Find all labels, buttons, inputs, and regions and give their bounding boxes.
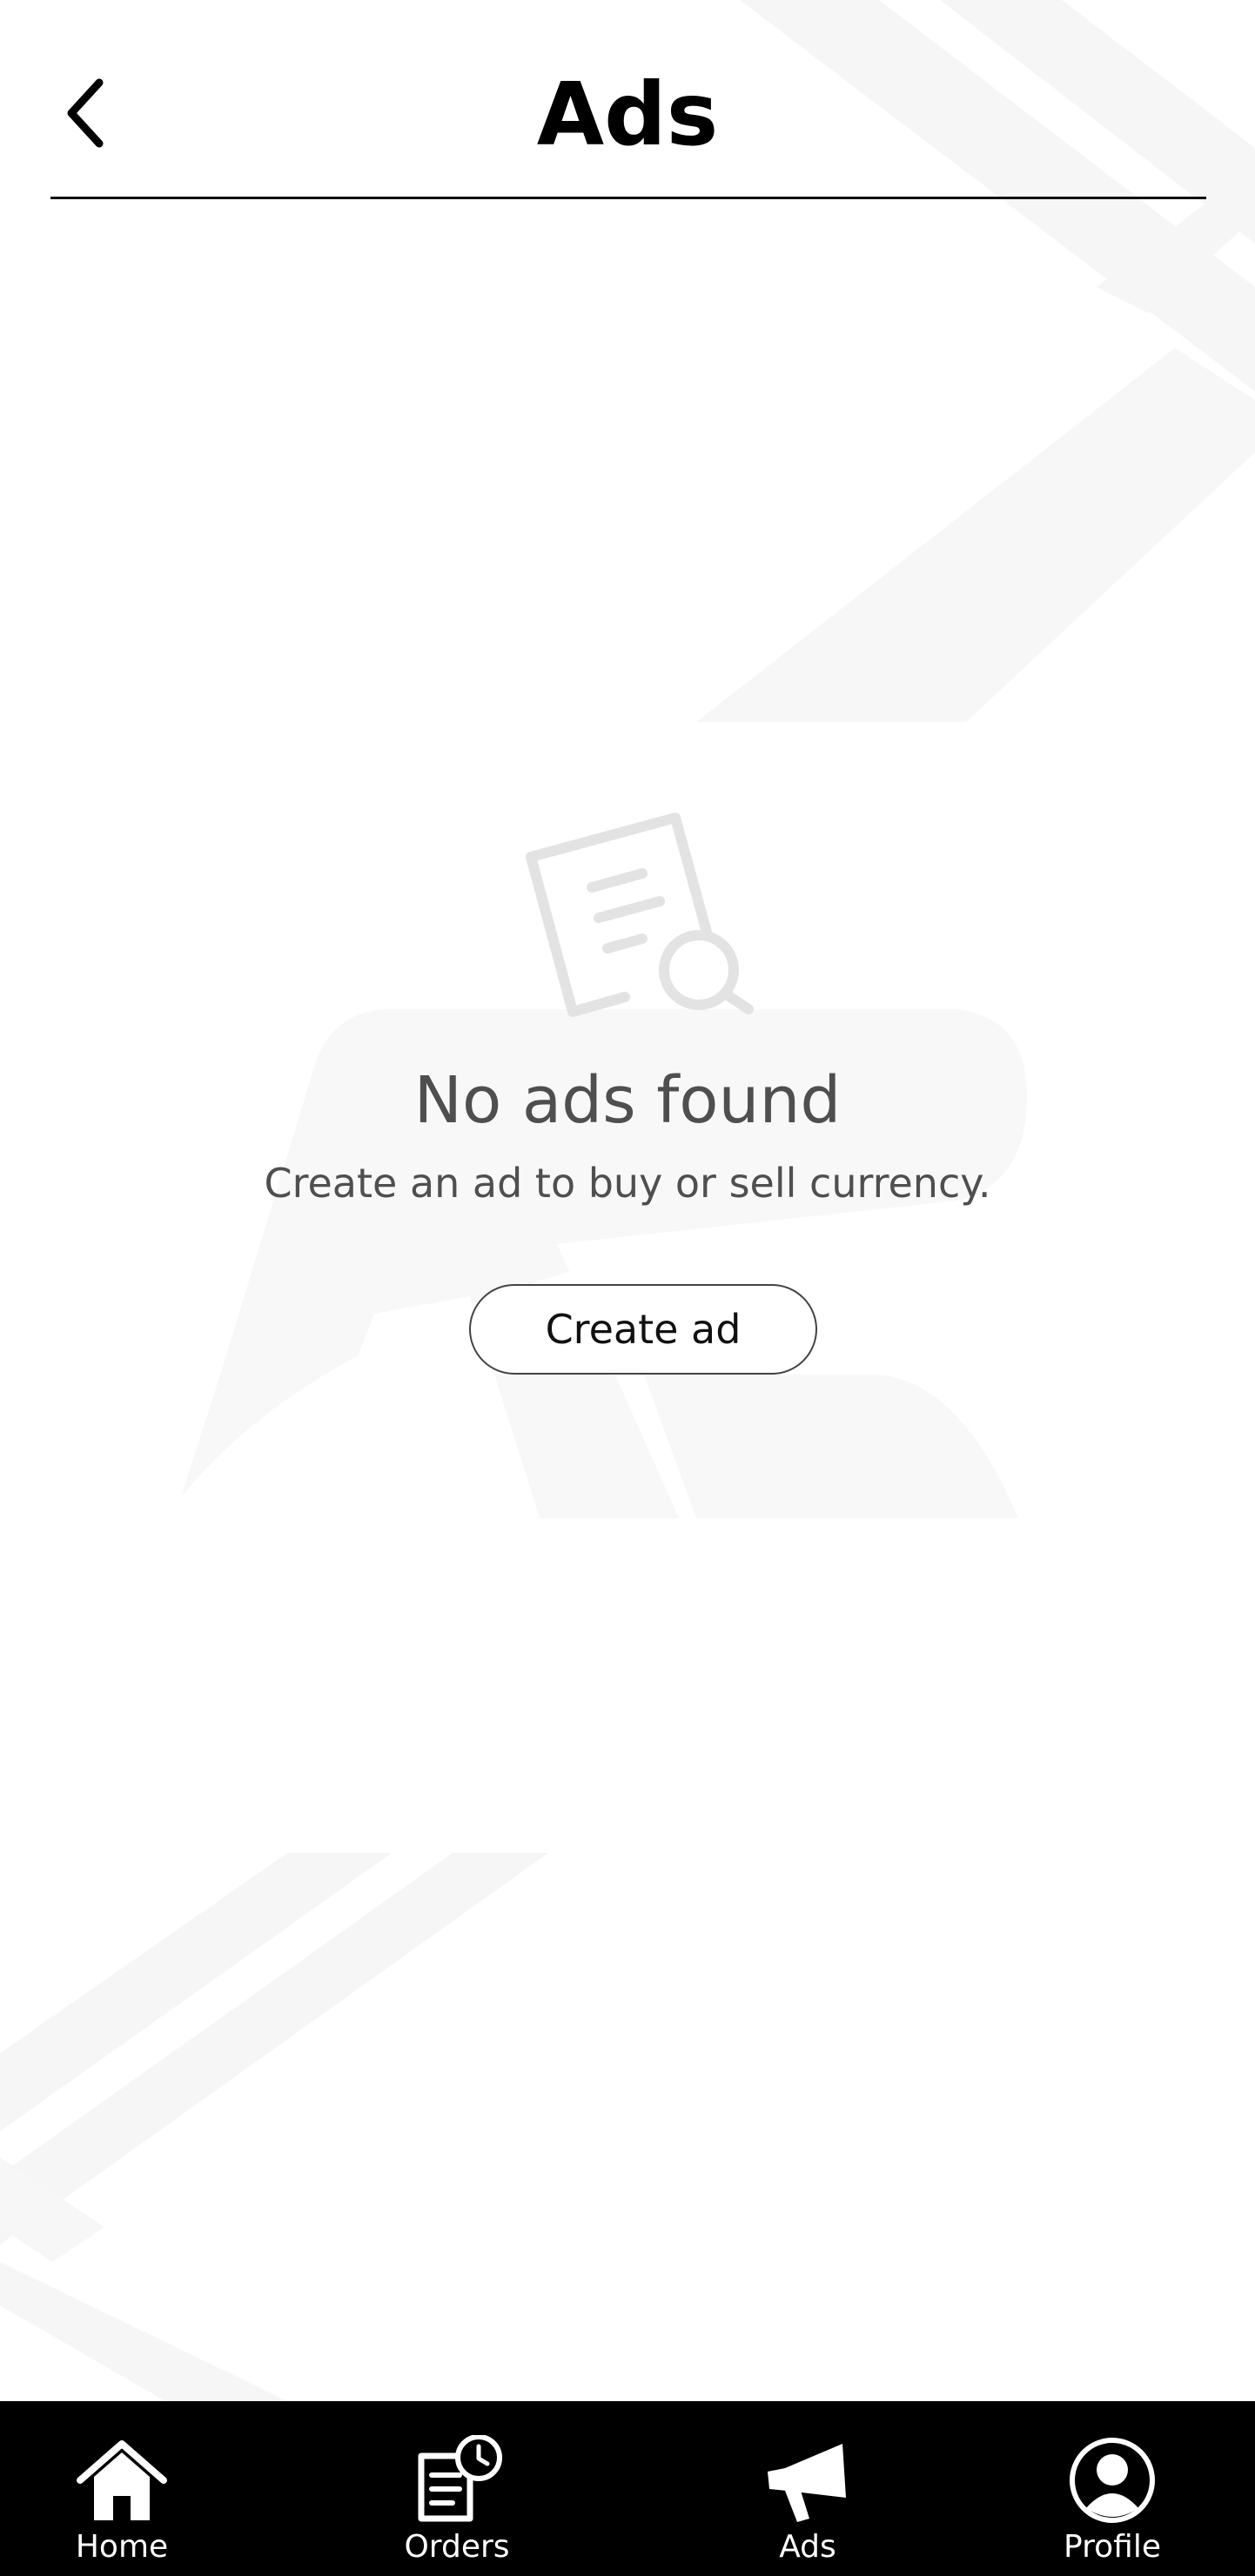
header-divider xyxy=(50,197,1206,199)
nav-label-profile: Profile xyxy=(1064,2529,1161,2565)
header: Ads xyxy=(0,0,1255,200)
empty-subtitle: Create an ad to buy or sell currency. xyxy=(264,1160,991,1207)
nav-item-home[interactable]: Home xyxy=(52,2401,191,2576)
empty-title: No ads found xyxy=(413,1063,842,1138)
create-ad-button[interactable]: Create ad xyxy=(469,1284,817,1375)
nav-item-ads[interactable]: Ads xyxy=(738,2401,877,2576)
document-search-icon xyxy=(526,813,754,1017)
page-title: Ads xyxy=(536,64,719,165)
bottom-nav: Home Orders Ads Profile xyxy=(0,2401,1255,2576)
nav-label-ads: Ads xyxy=(779,2529,836,2565)
nav-label-home: Home xyxy=(75,2529,169,2565)
nav-item-profile[interactable]: Profile xyxy=(1043,2401,1182,2576)
nav-label-orders: Orders xyxy=(404,2529,510,2565)
nav-item-orders[interactable]: Orders xyxy=(387,2401,527,2576)
megaphone-icon xyxy=(760,2432,856,2528)
ads-screen: Ads No ads found Create an ad to buy or … xyxy=(0,0,1255,2576)
orders-clock-icon xyxy=(409,2432,505,2528)
home-icon xyxy=(74,2432,170,2528)
user-circle-icon xyxy=(1064,2432,1160,2528)
